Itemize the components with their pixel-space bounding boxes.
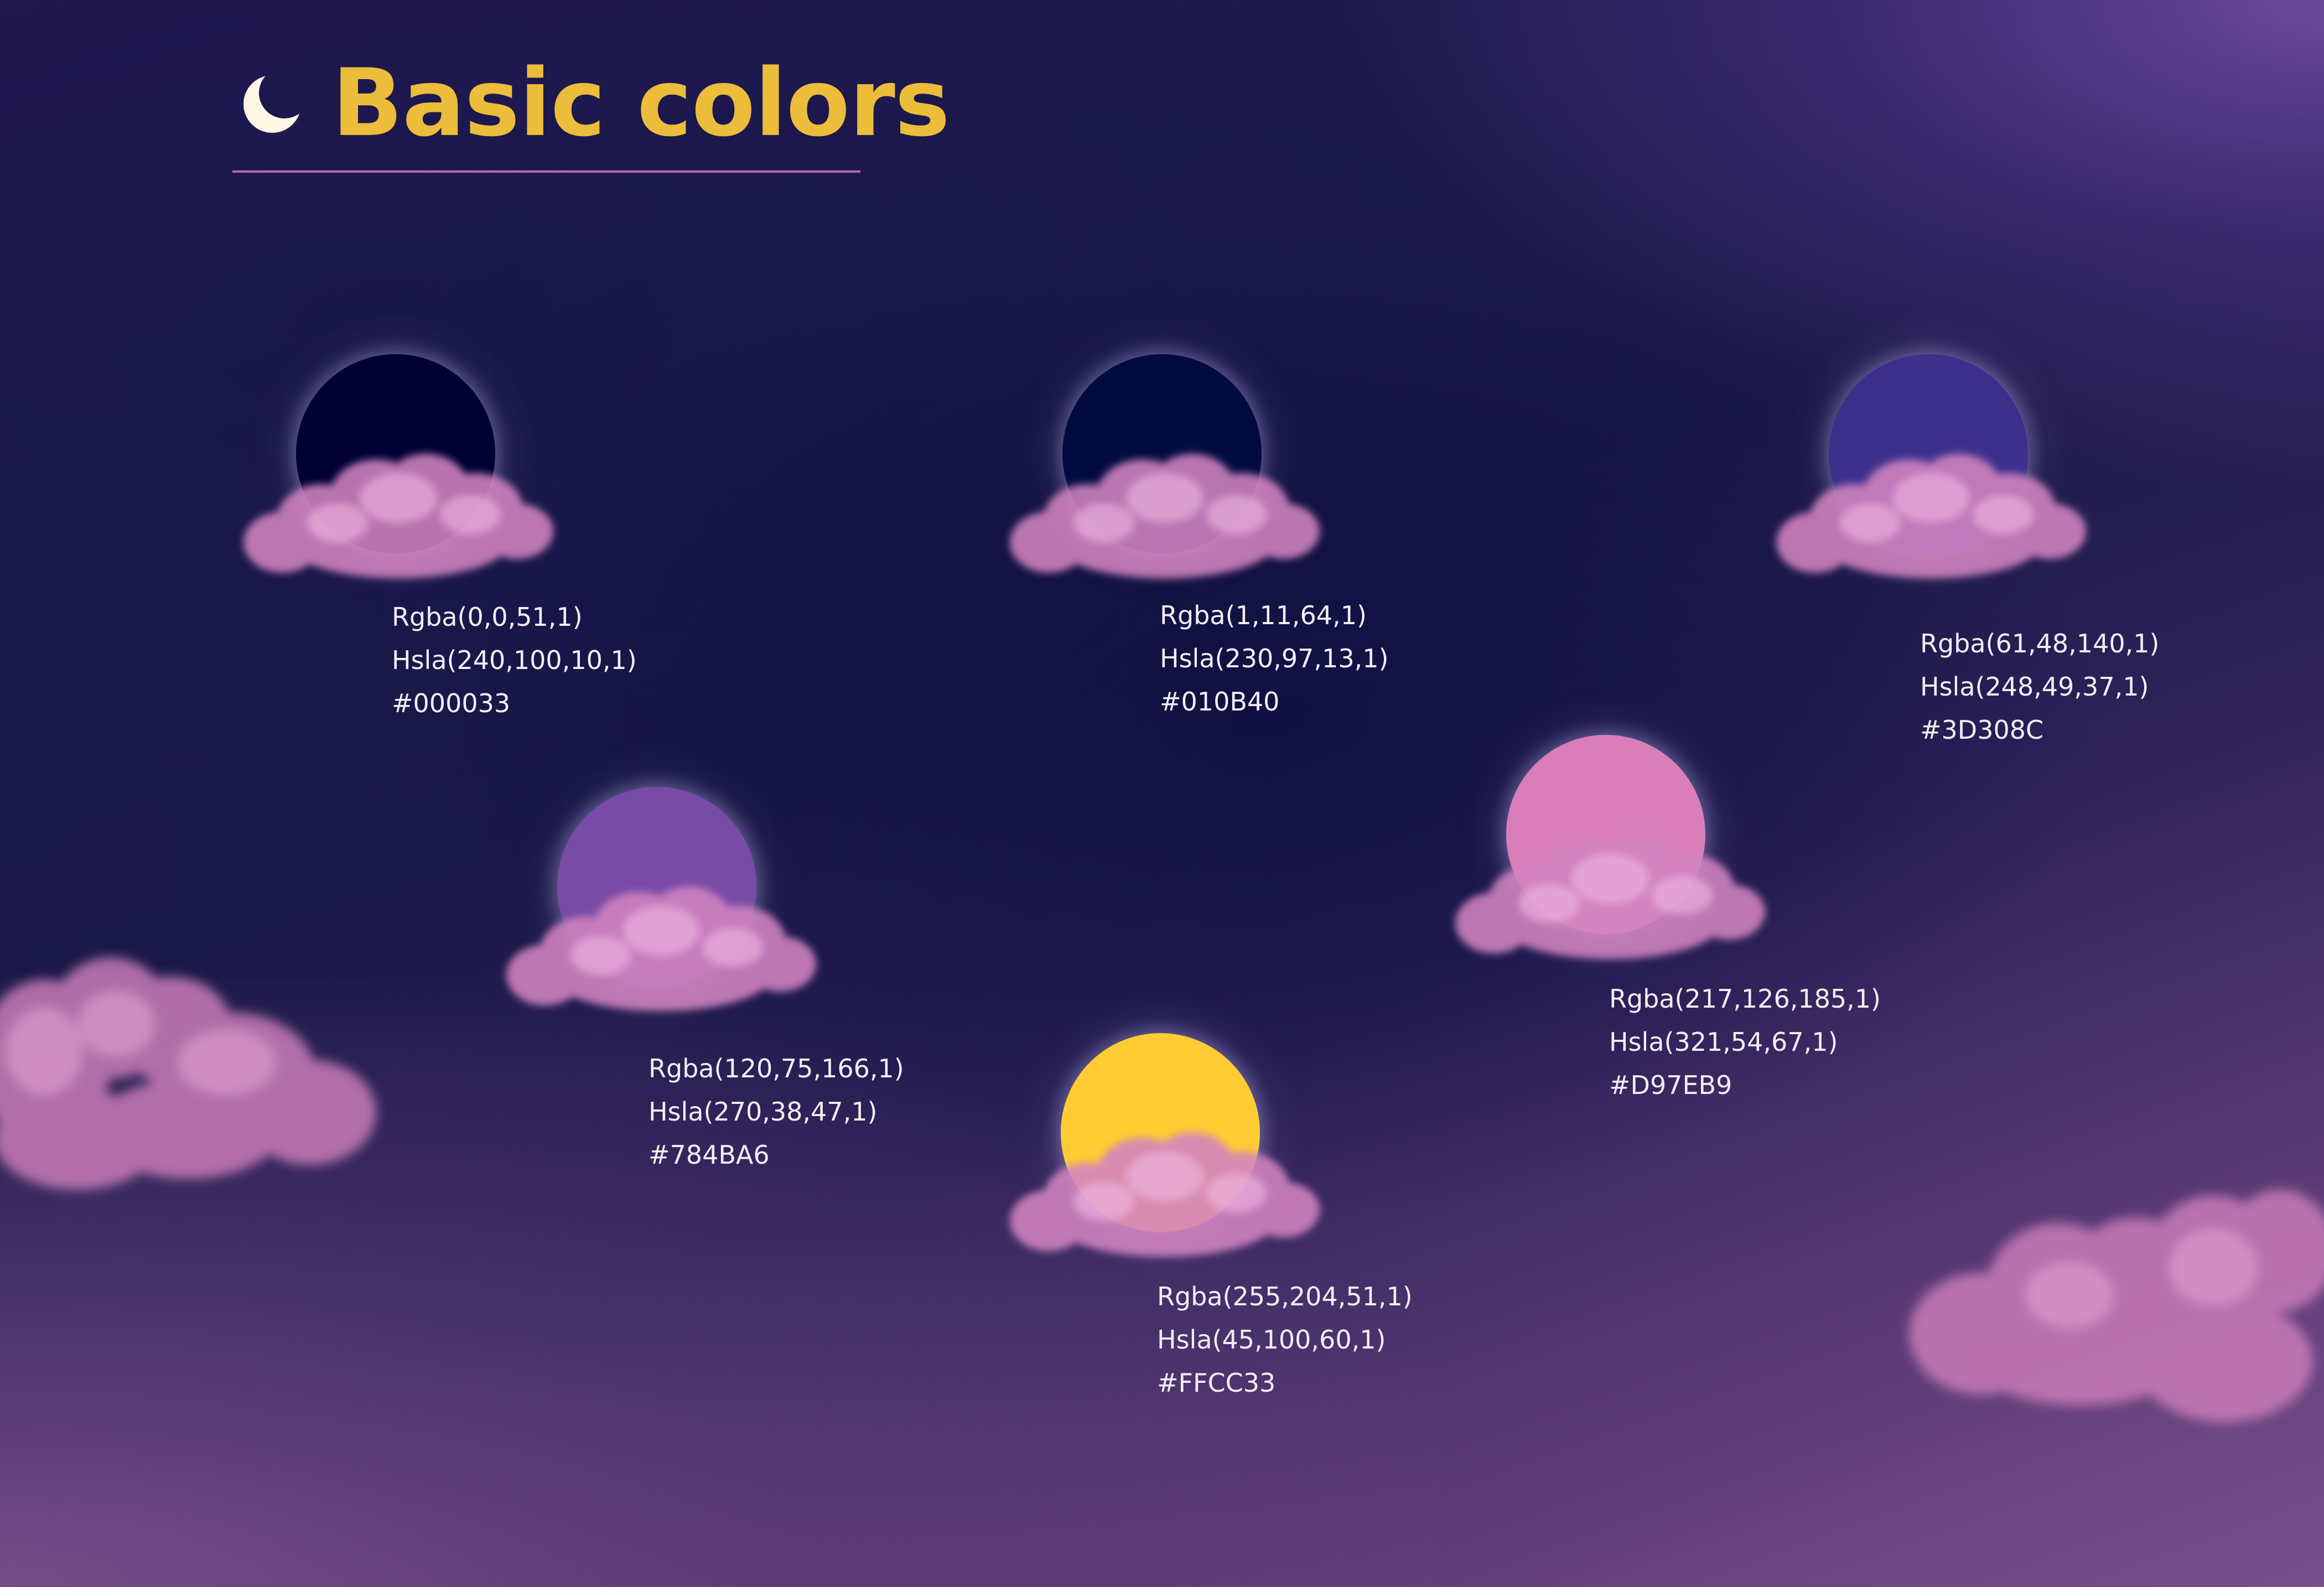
color-codes: Rgba(217,126,185,1) Hsla(321,54,67,1) #D… bbox=[1609, 977, 1897, 1107]
rgba-value: Rgba(120,75,166,1) bbox=[649, 1054, 904, 1083]
color-codes: Rgba(255,204,51,1) Hsla(45,100,60,1) #FF… bbox=[1157, 1275, 1445, 1404]
hex-value: #3D308C bbox=[1920, 715, 2044, 745]
hsla-value: Hsla(45,100,60,1) bbox=[1157, 1325, 1386, 1355]
cloud-icon bbox=[1004, 448, 1325, 592]
rgba-value: Rgba(255,204,51,1) bbox=[1157, 1282, 1413, 1311]
hex-value: #000033 bbox=[392, 688, 511, 718]
page-header: Basic colors bbox=[232, 44, 950, 173]
cloud-icon bbox=[1004, 1127, 1325, 1270]
background-glow-top bbox=[1328, 0, 2324, 498]
hsla-value: Hsla(230,97,13,1) bbox=[1160, 644, 1389, 673]
cloud-icon bbox=[238, 448, 559, 592]
rgba-value: Rgba(0,0,51,1) bbox=[392, 602, 583, 632]
page-title: Basic colors bbox=[332, 49, 950, 157]
hsla-value: Hsla(321,54,67,1) bbox=[1609, 1027, 1838, 1057]
crescent-moon-icon bbox=[241, 72, 305, 136]
color-codes: Rgba(61,48,140,1) Hsla(248,49,37,1) #3D3… bbox=[1920, 622, 2208, 751]
color-codes: Rgba(1,11,64,1) Hsla(230,97,13,1) #010B4… bbox=[1160, 594, 1448, 723]
cloud-decoration-left bbox=[0, 957, 376, 1190]
hsla-value: Hsla(240,100,10,1) bbox=[392, 645, 637, 675]
cloud-decoration-right bbox=[1909, 1190, 2324, 1422]
hsla-value: Hsla(248,49,37,1) bbox=[1920, 672, 2149, 702]
hex-value: #D97EB9 bbox=[1609, 1070, 1732, 1100]
hsla-value: Hsla(270,38,47,1) bbox=[649, 1097, 878, 1127]
rgba-value: Rgba(61,48,140,1) bbox=[1920, 629, 2160, 658]
rgba-value: Rgba(217,126,185,1) bbox=[1609, 984, 1881, 1014]
color-codes: Rgba(120,75,166,1) Hsla(270,38,47,1) #78… bbox=[649, 1047, 936, 1176]
cloud-icon bbox=[1450, 829, 1771, 973]
hex-value: #010B40 bbox=[1160, 687, 1280, 717]
hex-value: #784BA6 bbox=[649, 1140, 770, 1170]
cloud-icon bbox=[1771, 448, 2092, 592]
hex-value: #FFCC33 bbox=[1157, 1368, 1276, 1398]
rgba-value: Rgba(1,11,64,1) bbox=[1160, 600, 1367, 630]
cloud-icon bbox=[501, 881, 822, 1025]
title-divider bbox=[232, 170, 860, 173]
color-codes: Rgba(0,0,51,1) Hsla(240,100,10,1) #00003… bbox=[392, 595, 679, 725]
